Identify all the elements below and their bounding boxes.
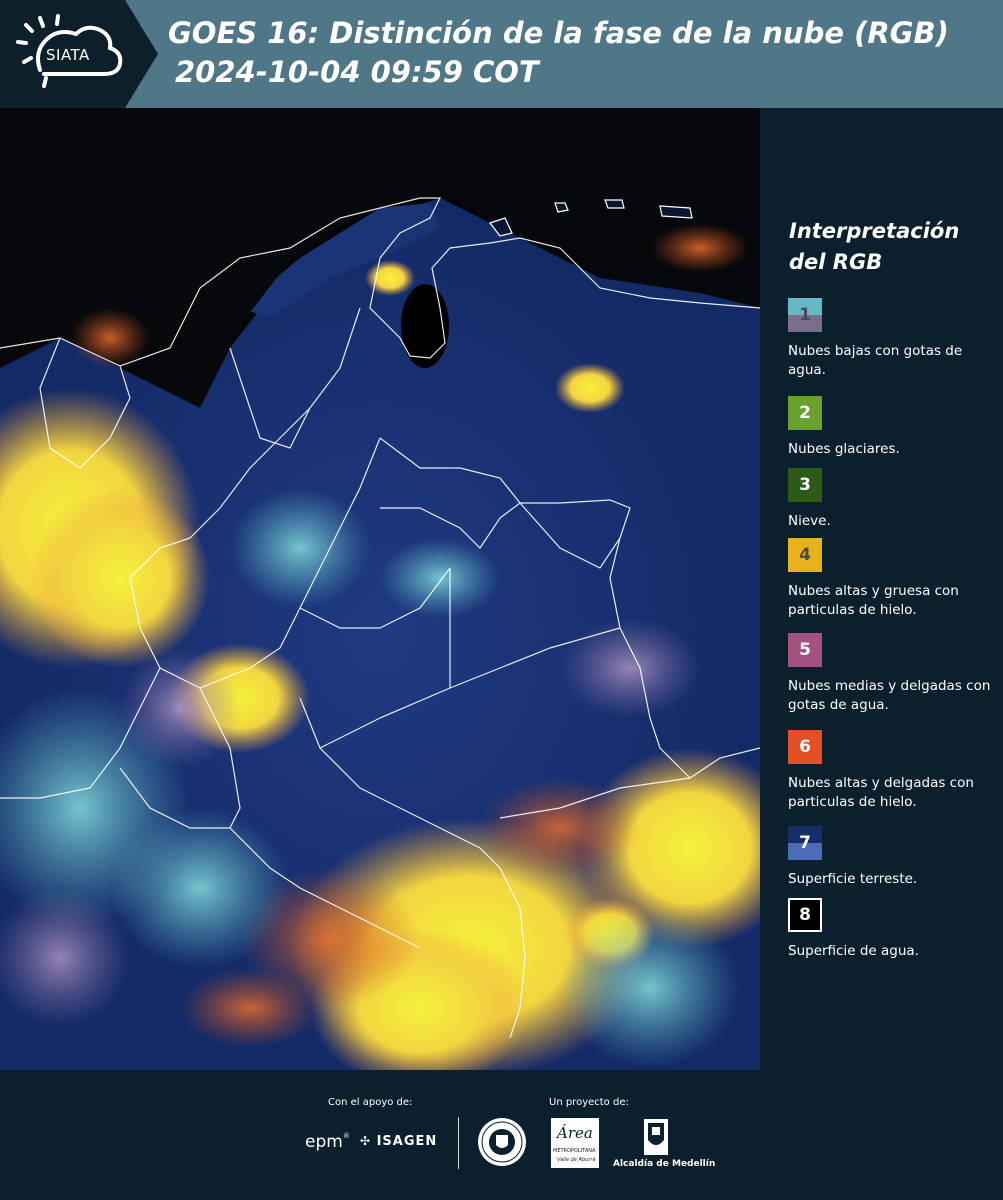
legend-label: Superficie de agua. (788, 943, 919, 959)
legend-number: 6 (799, 737, 811, 757)
epm-logo[interactable]: epm® (305, 1132, 350, 1152)
legend-panel: Interpretación del RGB 1 Nubes bajas con … (760, 108, 1003, 1070)
legend-swatch-5: 5 (788, 633, 822, 667)
legend-number: 1 (799, 305, 811, 325)
legend-label: Superficie terreste. (788, 871, 918, 887)
legend-item-1: 1 Nubes bajas con gotas de agua. (788, 298, 993, 380)
legend-swatch-4: 4 (788, 538, 822, 572)
area-metropolitana-name: Área (557, 1124, 593, 1142)
legend-item-4: 4 Nubes altas y gruesa con particulas de … (788, 538, 993, 620)
project-label: Un proyecto de: (549, 1097, 629, 1108)
legend-item-6: 6 Nubes altas y delgadas con particulas d… (788, 730, 993, 812)
isagen-logo[interactable]: ✣ ISAGEN (360, 1134, 437, 1149)
legend-item-2: 2 Nubes glaciares. (788, 396, 993, 459)
legend-item-3: 3 Nieve. (788, 468, 993, 531)
legend-item-8: 8 Superficie de agua. (788, 898, 993, 961)
support-label: Con el apoyo de: (328, 1097, 413, 1108)
area-metropolitana-sub: METROPOLITANA (553, 1148, 596, 1154)
legend-item-5: 5 Nubes medias y delgadas con gotas de ag… (788, 633, 993, 715)
legend-number: 7 (799, 833, 811, 853)
page-title: GOES 16: Distinción de la fase de la nub… (168, 16, 949, 50)
legend-number: 3 (799, 475, 811, 495)
legend-label: Nieve. (788, 513, 831, 529)
area-metropolitana-tag: Valle de Aburrá (557, 1157, 596, 1163)
legend-label: Nubes altas y gruesa con particulas de h… (788, 583, 959, 618)
siata-logo[interactable]: SIATA (0, 0, 158, 108)
epm-logo-text: epm (305, 1132, 343, 1152)
footer-divider (458, 1117, 459, 1169)
legend-label: Nubes glaciares. (788, 441, 900, 457)
header-bar: SIATA GOES 16: Distinción de la fase de … (0, 0, 1003, 108)
legend-swatch-3: 3 (788, 468, 822, 502)
legend-swatch-8: 8 (788, 898, 822, 932)
satellite-image (0, 108, 760, 1070)
legend-swatch-7: 7 (788, 826, 822, 860)
legend-label: Nubes medias y delgadas con gotas de agu… (788, 678, 991, 713)
page-timestamp: 2024-10-04 09:59 COT (175, 55, 539, 89)
legend-swatch-2: 2 (788, 396, 822, 430)
siata-logo-text: SIATA (46, 46, 90, 64)
legend-number: 5 (799, 640, 811, 660)
satellite-map[interactable] (0, 108, 760, 1070)
legend-swatch-1: 1 (788, 298, 822, 332)
alcaldia-label: Alcaldía de Medellín (613, 1159, 716, 1169)
legend-number: 4 (799, 545, 811, 565)
legend-title: Interpretación del RGB (789, 219, 960, 274)
legend-label: Nubes bajas con gotas de agua. (788, 343, 963, 378)
isagen-mark-icon: ✣ (360, 1134, 372, 1148)
footer: Con el apoyo de: Un proyecto de: epm® ✣ … (0, 1070, 1003, 1200)
legend-swatch-6: 6 (788, 730, 822, 764)
isagen-logo-text: ISAGEN (376, 1134, 438, 1149)
legend-label: Nubes altas y delgadas con particulas de… (788, 775, 974, 810)
legend-number: 2 (799, 403, 811, 423)
university-seal-icon[interactable] (477, 1117, 527, 1167)
legend-number: 8 (799, 905, 811, 925)
alcaldia-shield-icon[interactable] (643, 1118, 669, 1156)
legend-item-7: 7 Superficie terreste. (788, 826, 993, 889)
area-metropolitana-logo[interactable]: Área METROPOLITANA Valle de Aburrá (551, 1118, 599, 1168)
